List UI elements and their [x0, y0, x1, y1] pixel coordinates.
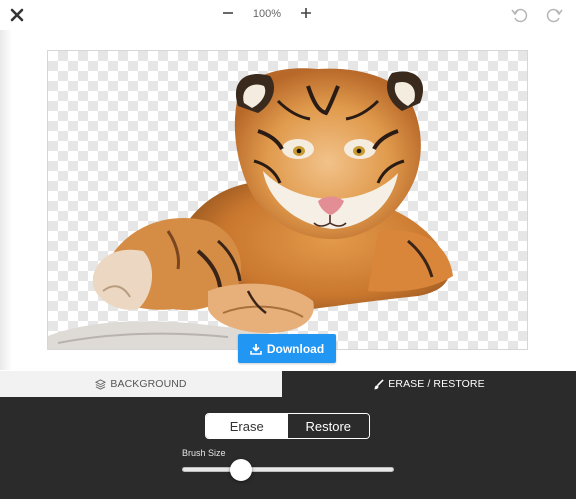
- tab-erase-restore[interactable]: ERASE / RESTORE: [282, 371, 576, 397]
- tab-bar: BACKGROUND ERASE / RESTORE: [0, 371, 576, 397]
- erase-button[interactable]: Erase: [206, 414, 288, 438]
- redo-button[interactable]: [544, 5, 564, 25]
- plus-icon: [301, 8, 311, 18]
- tab-background[interactable]: BACKGROUND: [0, 371, 282, 397]
- close-icon[interactable]: [8, 6, 26, 24]
- image-canvas[interactable]: [47, 50, 528, 350]
- side-shadow: [0, 30, 12, 370]
- tab-background-label: BACKGROUND: [110, 378, 187, 390]
- zoom-in-button[interactable]: [298, 4, 314, 22]
- tiger-image: [48, 68, 453, 349]
- download-label: Download: [266, 341, 325, 356]
- layers-icon: [95, 378, 107, 390]
- brush-icon: [374, 378, 384, 389]
- download-button[interactable]: Download: [238, 334, 336, 363]
- restore-button[interactable]: Restore: [287, 414, 369, 438]
- zoom-out-button[interactable]: [220, 4, 236, 22]
- zoom-level: 100%: [252, 8, 282, 20]
- top-toolbar: 100%: [0, 0, 576, 30]
- brush-size-thumb[interactable]: [230, 459, 253, 481]
- minus-icon: [223, 12, 233, 14]
- tab-erase-restore-label: ERASE / RESTORE: [388, 378, 485, 390]
- brush-size-label: Brush Size: [182, 448, 226, 458]
- mode-toggle: Erase Restore: [205, 413, 370, 439]
- download-icon: [250, 343, 262, 355]
- redo-icon: [546, 8, 563, 23]
- brush-size-slider[interactable]: [182, 467, 394, 472]
- tool-panel: Erase Restore Brush Size: [0, 397, 576, 499]
- undo-button[interactable]: [510, 5, 530, 25]
- undo-icon: [511, 8, 528, 23]
